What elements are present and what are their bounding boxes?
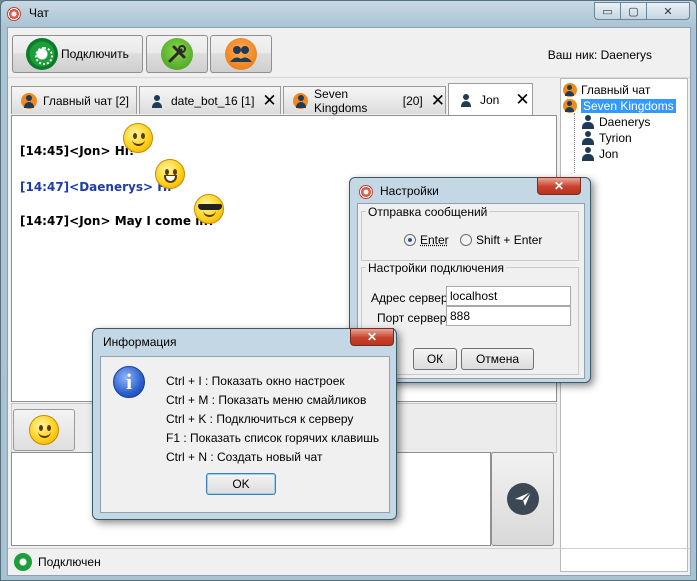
- tree-item-main-chat[interactable]: Главный чат: [563, 82, 650, 98]
- port-label: Порт сервера: [377, 311, 454, 325]
- user-icon: [149, 93, 165, 109]
- smile-emoji-icon: [29, 415, 59, 445]
- smile-emoji-icon: [123, 123, 153, 153]
- tab-main-chat[interactable]: Главный чат [2]: [11, 86, 137, 114]
- settings-cancel-button[interactable]: Отмена: [461, 348, 534, 370]
- message-2: [14:47]<Daenerys> Hi: [20, 180, 172, 194]
- settings-title: Настройки: [380, 184, 439, 198]
- tab-count: [20]: [402, 93, 423, 108]
- info-body: i Ctrl + I : Показать окно настроек Ctrl…: [100, 356, 390, 513]
- tree-item-label: Главный чат: [581, 83, 651, 97]
- window-title: Чат: [29, 6, 49, 20]
- tab-label: Seven Kingdoms: [314, 86, 368, 115]
- toolbar: Подключить Ваш ник: Daenerys: [8, 28, 690, 78]
- tab-seven-kingdoms[interactable]: Seven Kingdoms [20] ✕: [283, 86, 446, 115]
- info-close-button[interactable]: ✕: [350, 328, 394, 346]
- hotkey-line: Ctrl + N : Создать новый чат: [166, 450, 323, 464]
- nick-label: Ваш ник: Daenerys: [547, 48, 652, 62]
- tab-date-bot[interactable]: date_bot_16 [1] ✕: [139, 86, 281, 114]
- tree-item-label: Seven Kingdoms: [581, 99, 676, 113]
- group-icon: [563, 83, 577, 97]
- sunglasses-emoji-icon: [194, 194, 224, 224]
- minimize-icon: ▭: [602, 5, 613, 18]
- port-field[interactable]: 888: [446, 306, 571, 326]
- settings-ok-button[interactable]: ОК: [413, 348, 457, 370]
- close-icon: ✕: [663, 5, 673, 18]
- grin-emoji-icon: [155, 159, 185, 189]
- info-title: Информация: [103, 335, 177, 349]
- tree-item-tyrion[interactable]: Tyrion: [581, 130, 632, 146]
- close-icon: ✕: [553, 179, 565, 193]
- message-1: [14:45]<Jon> Hi!: [20, 144, 135, 158]
- hotkey-line: Ctrl + I : Показать окно настроек: [166, 374, 345, 388]
- group-icon: [293, 92, 309, 109]
- info-ok-button[interactable]: OK: [206, 473, 276, 495]
- user-icon: [581, 115, 595, 129]
- close-tab-icon[interactable]: ✕: [431, 92, 445, 109]
- tree-item-label: Daenerys: [599, 115, 651, 129]
- minimize-button[interactable]: ▭: [594, 2, 621, 20]
- message-3: [14:47]<Jon> May I come in?: [20, 214, 215, 228]
- radio-enter-label: Enter: [420, 233, 449, 247]
- status-bar: Подключен: [8, 548, 690, 575]
- connected-status-icon: [14, 553, 32, 571]
- user-icon: [581, 131, 595, 145]
- tab-count: [1]: [241, 93, 255, 108]
- tree-item-jon[interactable]: Jon: [581, 146, 618, 162]
- emoji-menu-button[interactable]: [13, 409, 75, 451]
- send-group-title: Отправка сообщений: [366, 205, 490, 219]
- group-icon: [21, 92, 37, 109]
- close-tab-icon[interactable]: ✕: [515, 91, 529, 108]
- app-icon: [7, 7, 21, 21]
- radio-dot: [404, 234, 416, 246]
- title-bar[interactable]: Чат ▭ ▢ ✕: [1, 1, 696, 27]
- maximize-icon: ▢: [628, 5, 639, 18]
- radio-dot: [460, 234, 472, 246]
- hotkey-line: Ctrl + M : Показать меню смайликов: [166, 393, 367, 407]
- users-button[interactable]: [210, 35, 272, 73]
- users-icon: [225, 38, 257, 70]
- tree-item-seven-kingdoms[interactable]: Seven Kingdoms: [563, 98, 676, 114]
- tree-item-label: Jon: [599, 147, 619, 161]
- connect-label: Подключить: [61, 47, 129, 61]
- radio-shift-label: Shift + Enter: [476, 233, 543, 247]
- close-tab-icon[interactable]: ✕: [262, 92, 276, 109]
- user-icon: [581, 147, 595, 161]
- tab-count: [2]: [115, 93, 130, 108]
- tools-icon: [161, 38, 193, 70]
- settings-close-button[interactable]: ✕: [537, 177, 581, 195]
- status-text: Подключен: [38, 555, 101, 569]
- info-dialog: Информация ✕ i Ctrl + I : Показать окно …: [92, 328, 397, 520]
- radio-shift-enter[interactable]: Shift + Enter: [460, 233, 542, 247]
- app-icon: [359, 185, 373, 199]
- close-button[interactable]: ✕: [646, 2, 690, 20]
- chat-tabs: Главный чат [2] date_bot_16 [1] ✕ Seven …: [11, 83, 557, 115]
- tab-label: date_bot_16: [171, 93, 238, 108]
- tree-item-daenerys[interactable]: Daenerys: [581, 114, 650, 130]
- info-icon: i: [113, 366, 145, 398]
- send-button[interactable]: [491, 452, 554, 546]
- tab-jon[interactable]: Jon ✕: [448, 83, 533, 115]
- connect-button[interactable]: Подключить: [12, 35, 143, 73]
- connection-group-title: Настройки подключения: [366, 261, 506, 275]
- radio-enter[interactable]: Enter: [404, 233, 449, 247]
- hotkey-line: Ctrl + K : Подключиться к серверу: [166, 412, 354, 426]
- settings-button[interactable]: [146, 35, 208, 73]
- tab-label: Главный чат: [43, 93, 113, 108]
- user-icon: [458, 92, 474, 108]
- connect-icon: [26, 38, 58, 70]
- tree-item-label: Tyrion: [599, 131, 632, 145]
- tab-label: Jon: [480, 92, 500, 107]
- close-icon: ✕: [366, 330, 378, 344]
- maximize-button[interactable]: ▢: [620, 2, 647, 20]
- server-label: Адрес сервера: [371, 291, 455, 305]
- server-field[interactable]: localhost: [446, 286, 571, 306]
- window-controls: ▭ ▢ ✕: [594, 2, 690, 20]
- group-icon: [563, 99, 577, 113]
- send-icon: [506, 483, 539, 515]
- hotkey-line: F1 : Показать список горячих клавишь: [166, 431, 380, 445]
